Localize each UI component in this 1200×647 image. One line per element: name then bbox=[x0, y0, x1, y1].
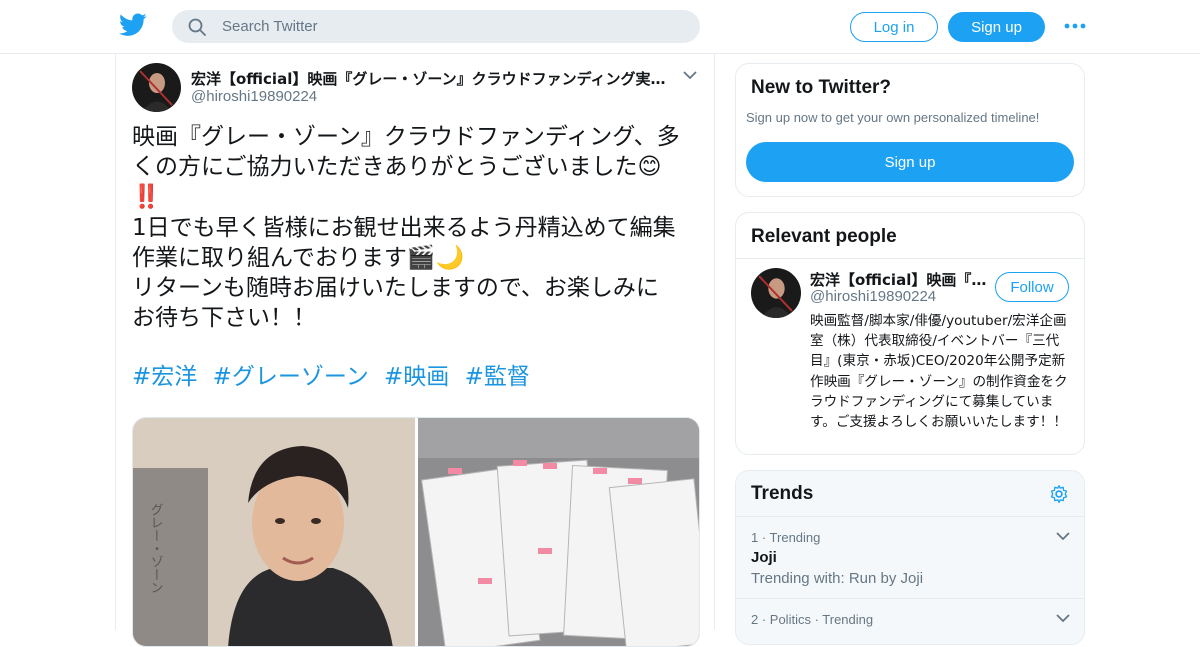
trend-item[interactable]: 1 · Trending Joji Trending with: Run by … bbox=[736, 517, 1084, 599]
follow-button[interactable]: Follow bbox=[995, 272, 1069, 302]
hashtag-link[interactable]: #映画 bbox=[384, 364, 449, 390]
tweet-text-line: くの方にご協力いただきありがとうございました😊 bbox=[132, 154, 662, 181]
person-avatar[interactable] bbox=[751, 268, 801, 318]
more-dots-icon[interactable] bbox=[1063, 17, 1087, 35]
gear-icon[interactable] bbox=[1049, 484, 1069, 504]
hashtags: #宏洋 #グレーゾーン #映画 #監督 bbox=[132, 362, 538, 392]
hashtag-link[interactable]: #監督 bbox=[465, 364, 530, 390]
trend-name[interactable]: Joji bbox=[751, 549, 777, 566]
person-name[interactable]: 宏洋【official】映画『グレー・ゾーン』 bbox=[810, 269, 990, 290]
relevant-people-card: Relevant people 宏洋【official】映画『グレー・ゾーン』 … bbox=[735, 212, 1085, 455]
hashtag-link[interactable]: #グレーゾーン bbox=[213, 364, 369, 390]
tweet-text-line: ‼️ bbox=[132, 184, 161, 211]
signup-button[interactable]: Sign up bbox=[948, 12, 1045, 42]
new-to-twitter-card: New to Twitter? Sign up now to get your … bbox=[735, 63, 1085, 197]
search-input[interactable] bbox=[222, 10, 682, 43]
chevron-down-icon[interactable] bbox=[683, 70, 697, 80]
chevron-down-icon[interactable] bbox=[1056, 613, 1070, 623]
search-box[interactable] bbox=[172, 10, 700, 43]
hashtag-link[interactable]: #宏洋 bbox=[132, 364, 197, 390]
twitter-bird-icon[interactable] bbox=[119, 13, 147, 37]
trend-meta: 1 · Trending bbox=[751, 530, 821, 545]
tweet-text: 映画『グレー・ゾーン』クラウドファンディング、多 くの方にご協力いただきありがと… bbox=[132, 122, 702, 333]
person-bio: 映画監督/脚本家/俳優/youtuber/宏洋企画室（株）代表取締役/イベントバ… bbox=[810, 313, 1068, 431]
tweet-media: グレー・ゾーン bbox=[132, 417, 700, 647]
trends-title: Trends bbox=[751, 483, 814, 504]
tweet-text-line: 1日でも早く皆様にお観せ出来るよう丹精込めて編集 bbox=[132, 214, 676, 241]
trend-item[interactable]: 2 · Politics · Trending bbox=[736, 599, 1084, 644]
trend-context: Trending with: Run by Joji bbox=[751, 570, 924, 587]
relevant-people-title: Relevant people bbox=[751, 226, 897, 247]
media-photo-portrait[interactable]: グレー・ゾーン bbox=[133, 418, 415, 647]
author-avatar[interactable] bbox=[132, 63, 181, 112]
sidebar-signup-button[interactable]: Sign up bbox=[746, 142, 1074, 182]
tweet-text-line: 作業に取り組んでおります🎬🌙 bbox=[132, 244, 465, 271]
new-to-twitter-title: New to Twitter? bbox=[751, 77, 892, 98]
tweet-text-line: リターンも随時お届けいたしますので、お楽しみに bbox=[132, 275, 659, 302]
tweet-text-line: お待ち下さい！！ bbox=[132, 305, 316, 332]
search-icon bbox=[188, 18, 206, 36]
tweet-text-line: 映画『グレー・ゾーン』クラウドファンディング、多 bbox=[132, 124, 680, 150]
trends-card: Trends 1 · Trending Joji Trending with: … bbox=[735, 470, 1085, 645]
author-handle[interactable]: @hiroshi19890224 bbox=[191, 88, 317, 105]
top-navigation-bar: Log in Sign up bbox=[0, 0, 1200, 54]
person-handle[interactable]: @hiroshi19890224 bbox=[810, 288, 936, 305]
login-button[interactable]: Log in bbox=[850, 12, 938, 42]
media-photo-scripts[interactable] bbox=[418, 418, 700, 647]
new-to-twitter-subtitle: Sign up now to get your own personalized… bbox=[746, 110, 1040, 125]
chevron-down-icon[interactable] bbox=[1056, 531, 1070, 541]
book-title-text: グレー・ゾーン bbox=[148, 503, 164, 594]
trend-meta: 2 · Politics · Trending bbox=[751, 612, 874, 627]
tweet-detail: 宏洋【official】映画『グレー・ゾーン』クラウドファンディング実施中 @h… bbox=[115, 54, 715, 647]
trends-header: Trends bbox=[736, 471, 1084, 517]
divider bbox=[736, 258, 1084, 259]
author-name[interactable]: 宏洋【official】映画『グレー・ゾーン』クラウドファンディング実施中 bbox=[191, 68, 671, 89]
